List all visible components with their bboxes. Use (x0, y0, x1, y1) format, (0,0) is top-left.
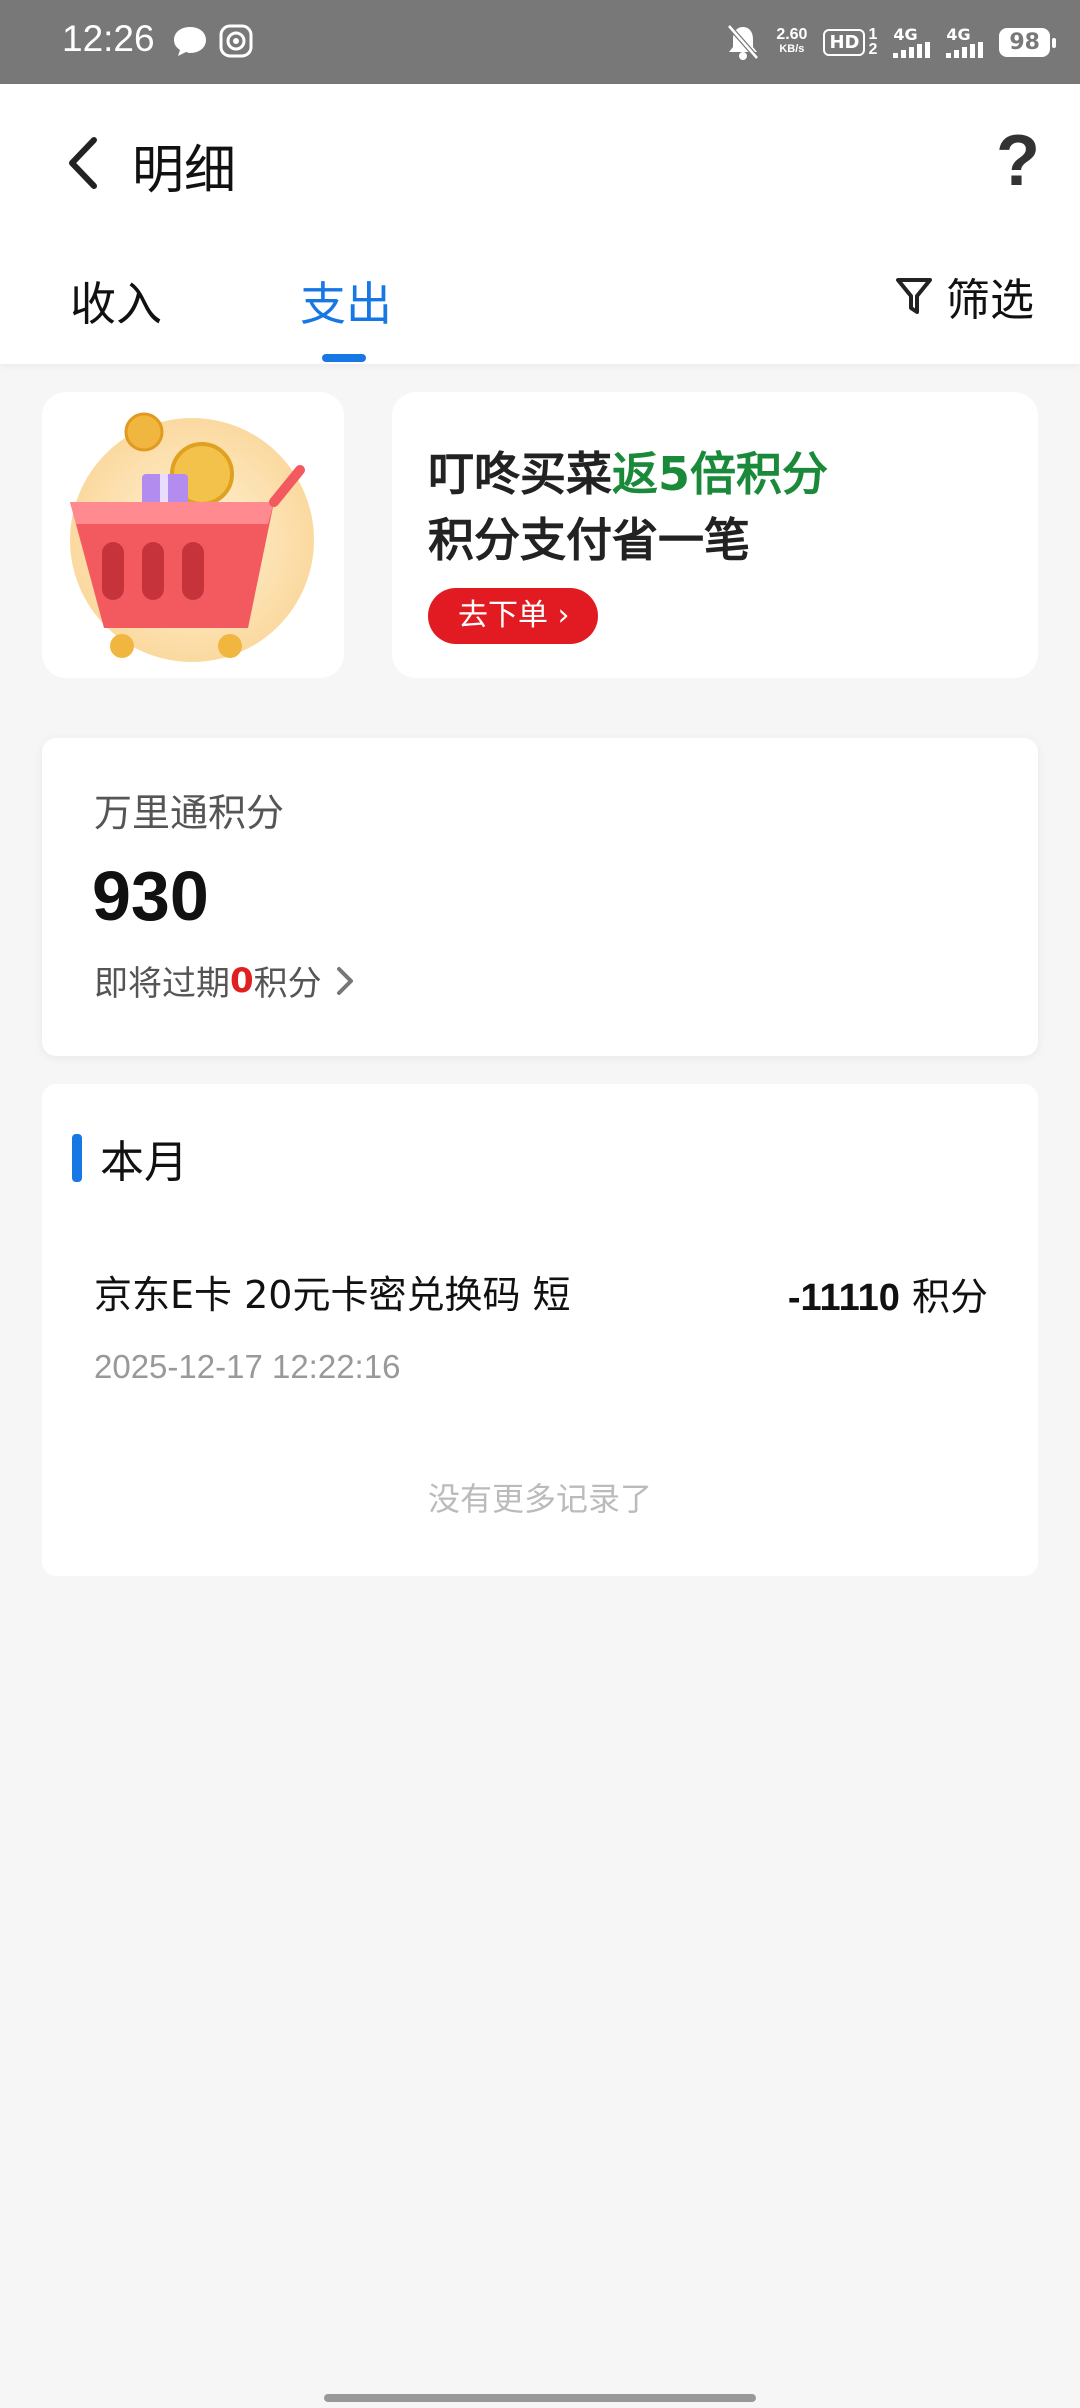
shopping-basket-icon (70, 412, 314, 662)
banner-image[interactable] (42, 392, 344, 678)
section-marker (72, 1134, 82, 1182)
back-arrow-icon[interactable] (58, 128, 108, 198)
status-bar: 12:26 2.60 KB/s HD 1 2 4G 4G 98 (0, 0, 1080, 84)
expire-prefix: 即将过期 (94, 964, 230, 1004)
hd-indicator: HD 1 2 (823, 26, 878, 58)
shield-face-icon (219, 24, 253, 58)
points-label: 万里通积分 (94, 791, 285, 835)
points-value: 930 (92, 857, 209, 935)
order-button[interactable]: 去下单 › (428, 588, 598, 644)
page-header: 明细 ? 收入 支出 筛选 (0, 84, 1080, 364)
month-records-card: 本月 京东E卡 20元卡密兑换码 短 -11110 积分 2025-12-17 … (42, 1084, 1038, 1576)
signal-sim1-label: 4G (893, 24, 918, 44)
points-card: 万里通积分 930 即将过期 0 积分 (42, 738, 1038, 1056)
record-time: 2025-12-17 12:22:16 (94, 1348, 401, 1385)
net-speed-unit: KB/s (779, 43, 805, 55)
bell-off-icon (727, 24, 760, 60)
month-title: 本月 (100, 1137, 188, 1188)
page-title: 明细 (132, 141, 237, 201)
chevron-right-icon (336, 966, 353, 995)
home-indicator[interactable] (324, 2394, 756, 2402)
promo-line1-highlight: 返5倍积分 (612, 447, 829, 501)
status-right-icons: 2.60 KB/s HD 1 2 4G 4G 98 (726, 18, 1056, 66)
expire-suffix: 积分 (253, 964, 322, 1004)
hd-sim-top: 1 (868, 26, 878, 43)
promo-banner[interactable]: 叮咚买菜返5倍积分 积分支付省一笔 去下单 › (392, 392, 1038, 678)
record-amount: -11110 积分 (788, 1266, 988, 1321)
signal-icon (946, 41, 984, 58)
chat-bubble-icon (174, 27, 206, 56)
expire-count: 0 (230, 960, 254, 1001)
promo-line2: 积分支付省一笔 (428, 513, 750, 567)
no-more-records: 没有更多记录了 (427, 1480, 652, 1518)
filter-icon (896, 278, 932, 314)
promo-line1: 叮咚买菜返5倍积分 (428, 438, 828, 504)
signal-sim2: 4G (946, 24, 984, 58)
record-name: 京东E卡 20元卡密兑换码 短 (94, 1273, 571, 1317)
record-amount-unit: 积分 (911, 1275, 988, 1319)
net-speed-value: 2.60 (776, 26, 808, 43)
tab-income[interactable]: 收入 (70, 268, 162, 334)
help-icon[interactable]: ? (996, 120, 1040, 202)
expiring-points-link[interactable]: 即将过期 0 积分 (94, 956, 356, 1005)
status-time: 12:26 (62, 18, 155, 59)
tab-expense[interactable]: 支出 (300, 268, 392, 334)
signal-sim2-label: 4G (946, 24, 971, 44)
filter-button[interactable]: 筛选 (894, 264, 1034, 328)
record-amount-value: -11110 (787, 1277, 900, 1319)
filter-label: 筛选 (946, 275, 1034, 326)
hd-sim: 1 2 (868, 26, 878, 58)
battery-icon: 98 (999, 27, 1056, 57)
active-tab-indicator (322, 354, 366, 362)
hd-sim-bottom: 2 (868, 41, 878, 58)
hd-badge: HD (823, 28, 866, 56)
signal-sim1: 4G (893, 24, 931, 58)
promo-line1-prefix: 叮咚买菜 (428, 447, 612, 501)
net-speed: 2.60 KB/s (776, 27, 807, 57)
signal-icon (893, 41, 931, 58)
